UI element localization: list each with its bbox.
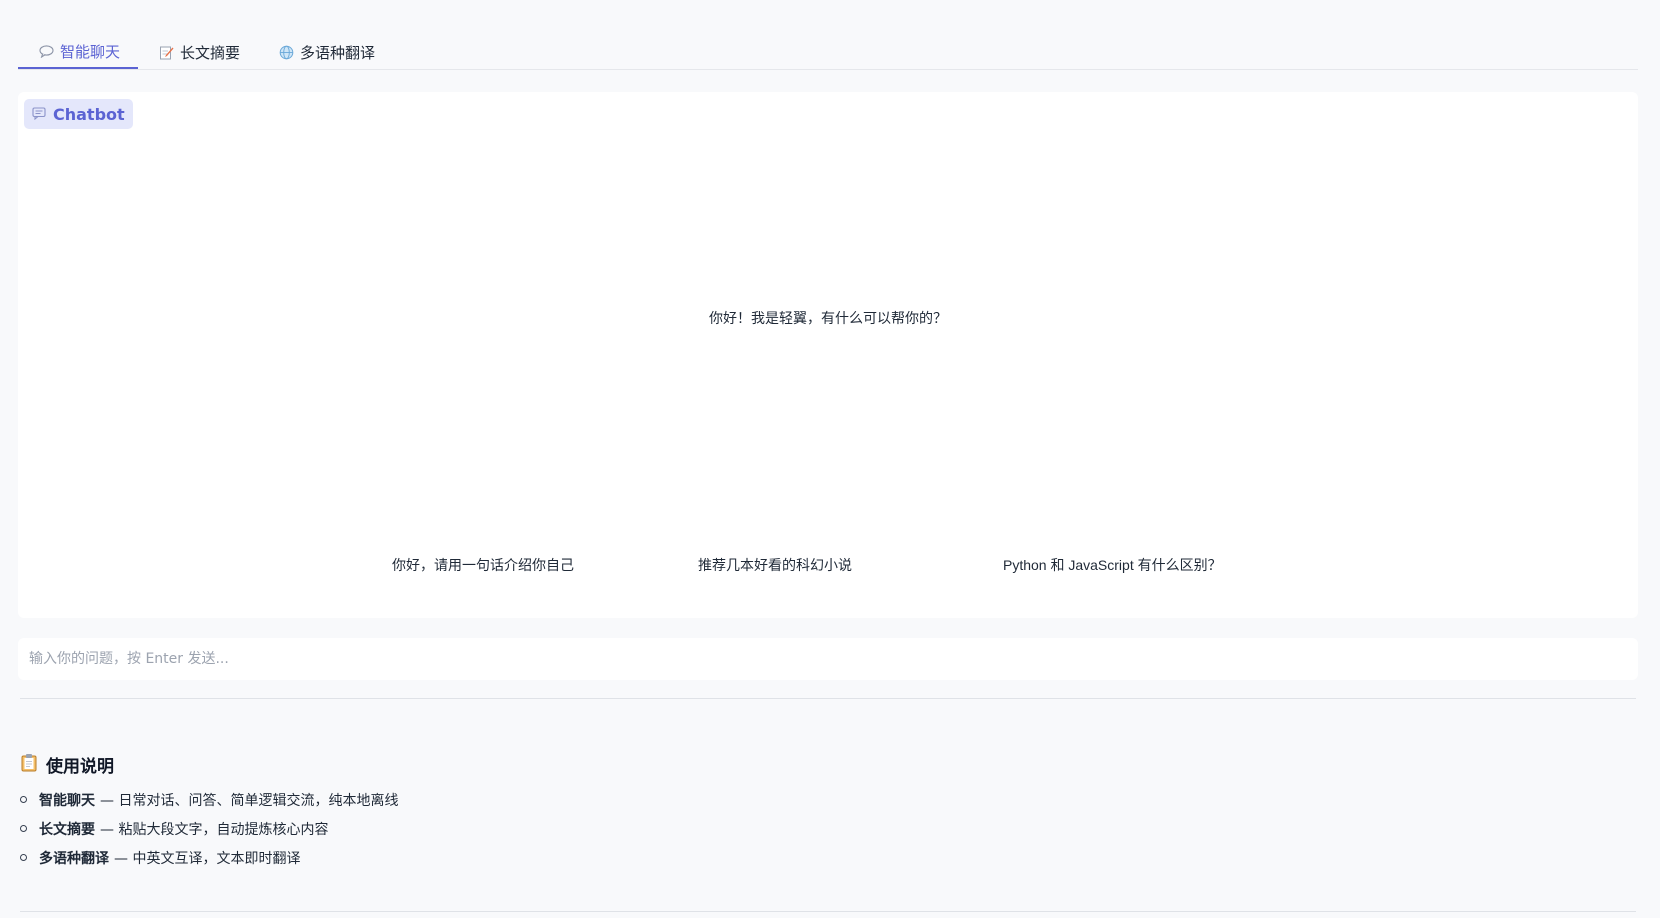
bullet-icon [20,825,27,832]
bullet-icon [20,796,27,803]
chatbot-label: Chatbot [24,99,133,129]
list-item: 长文摘要 — 粘贴大段文字，自动提炼核心内容 [20,814,398,843]
divider [20,698,1636,699]
list-item: 多语种翻译 — 中英文互译，文本即时翻译 [20,843,398,872]
divider [20,911,1636,912]
feature-name: 智能聊天 [39,792,95,809]
feature-name: 多语种翻译 [39,850,109,867]
suggestion-button[interactable]: Python 和 JavaScript 有什么区别？ [1003,555,1222,575]
clipboard-icon [20,753,38,777]
message-input[interactable] [18,638,1638,680]
usage-title-text: 使用说明 [46,757,114,777]
suggestion-button[interactable]: 推荐几本好看的科幻小说 [698,555,852,575]
feature-desc: — 粘贴大段文字，自动提炼核心内容 [100,821,329,838]
globe-icon [278,44,294,60]
memo-icon [158,44,174,60]
tab-label: 长文摘要 [180,43,241,62]
tab-summary[interactable]: 长文摘要 [138,35,258,69]
suggestion-list: 你好，请用一句话介绍你自己 推荐几本好看的科幻小说 Python 和 JavaS… [18,555,1638,579]
tab-bar: 智能聊天 长文摘要 多语种翻译 [18,36,1638,70]
list-item: 智能聊天 — 日常对话、问答、简单逻辑交流，纯本地离线 [20,785,398,814]
feature-name: 长文摘要 [39,821,95,838]
welcome-message: 你好！我是轻翼，有什么可以帮你的？ [709,311,947,327]
page: 智能聊天 长文摘要 多语种翻译 Chatbot 你好！我是轻翼，有什么可以帮你的… [0,0,1660,918]
tab-label: 多语种翻译 [300,43,376,62]
speech-bubble-icon [38,43,54,59]
chatbot-label-text: Chatbot [53,104,125,124]
feature-desc: — 日常对话、问答、简单逻辑交流，纯本地离线 [100,792,399,809]
bullet-icon [20,854,27,861]
feature-desc: — 中英文互译，文本即时翻译 [114,850,301,867]
tab-smart-chat[interactable]: 智能聊天 [18,35,139,69]
tab-label: 智能聊天 [60,42,121,61]
chat-icon [32,105,46,124]
usage-list: 智能聊天 — 日常对话、问答、简单逻辑交流，纯本地离线 长文摘要 — 粘贴大段文… [20,785,398,872]
chatbot-panel[interactable]: Chatbot 你好！我是轻翼，有什么可以帮你的？ 你好，请用一句话介绍你自己 … [18,92,1638,618]
usage-title: 使用说明 [20,752,114,777]
suggestion-button[interactable]: 你好，请用一句话介绍你自己 [392,555,574,575]
tab-translation[interactable]: 多语种翻译 [258,35,393,69]
